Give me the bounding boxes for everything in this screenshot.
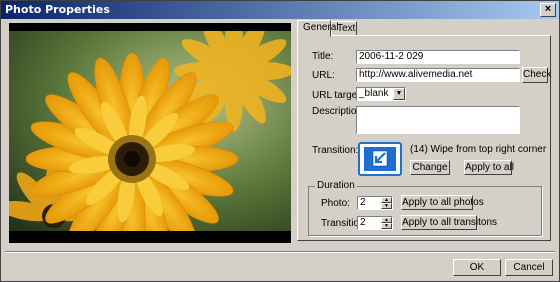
ok-button[interactable]: OK (453, 259, 501, 276)
title-bar[interactable]: Photo Properties × (1, 1, 559, 19)
url-target-value: _blank (359, 88, 389, 99)
change-button[interactable]: Change (410, 160, 450, 175)
check-button[interactable]: Check (522, 67, 551, 83)
transition-preview[interactable] (358, 142, 402, 176)
url-field[interactable]: http://www.alivemedia.net (356, 68, 520, 82)
close-button[interactable]: × (540, 3, 556, 17)
footer-divider (5, 251, 555, 253)
transition-name: (14) Wipe from top right corner (410, 144, 547, 155)
photo-image (9, 31, 291, 231)
transition-duration-value: 2 (360, 217, 366, 228)
apply-to-all-transitions-button[interactable]: Apply to all transitons (401, 215, 497, 230)
apply-to-all-photos-button[interactable]: Apply to all photos (401, 195, 484, 210)
photo-properties-dialog: Photo Properties × General Text Title: 2… (0, 0, 560, 282)
window-title: Photo Properties (5, 3, 110, 16)
photo-duration-value: 2 (360, 197, 366, 208)
title-label: Title: (312, 51, 334, 62)
cancel-button[interactable]: Cancel (505, 259, 553, 276)
title-field[interactable]: 2006-11-2 029 (356, 50, 520, 64)
spin-down-icon[interactable]: ▼ (381, 203, 392, 209)
photo-duration-label: Photo: (321, 198, 350, 209)
description-field[interactable] (356, 106, 520, 134)
url-target-select[interactable]: _blank ▼ (356, 87, 406, 101)
duration-group-title: Duration (315, 180, 357, 191)
duration-group: Duration Photo: 2 ▲ ▼ Apply to all photos… (308, 180, 542, 236)
tab-general[interactable]: General (297, 20, 339, 37)
transition-duration-spinner[interactable]: 2 ▲ ▼ (357, 216, 393, 230)
spin-down-icon[interactable]: ▼ (381, 223, 392, 229)
apply-to-all-button[interactable]: Apply to all (464, 160, 514, 175)
general-panel: Title: 2006-11-2 029 URL: http://www.ali… (297, 35, 551, 241)
wipe-arrow-icon (364, 147, 396, 171)
transition-label: Transition: (312, 145, 359, 156)
url-label: URL: (312, 70, 335, 81)
chevron-down-icon[interactable]: ▼ (393, 88, 405, 100)
photo-preview (9, 23, 291, 243)
photo-duration-spinner[interactable]: 2 ▲ ▼ (357, 196, 393, 210)
